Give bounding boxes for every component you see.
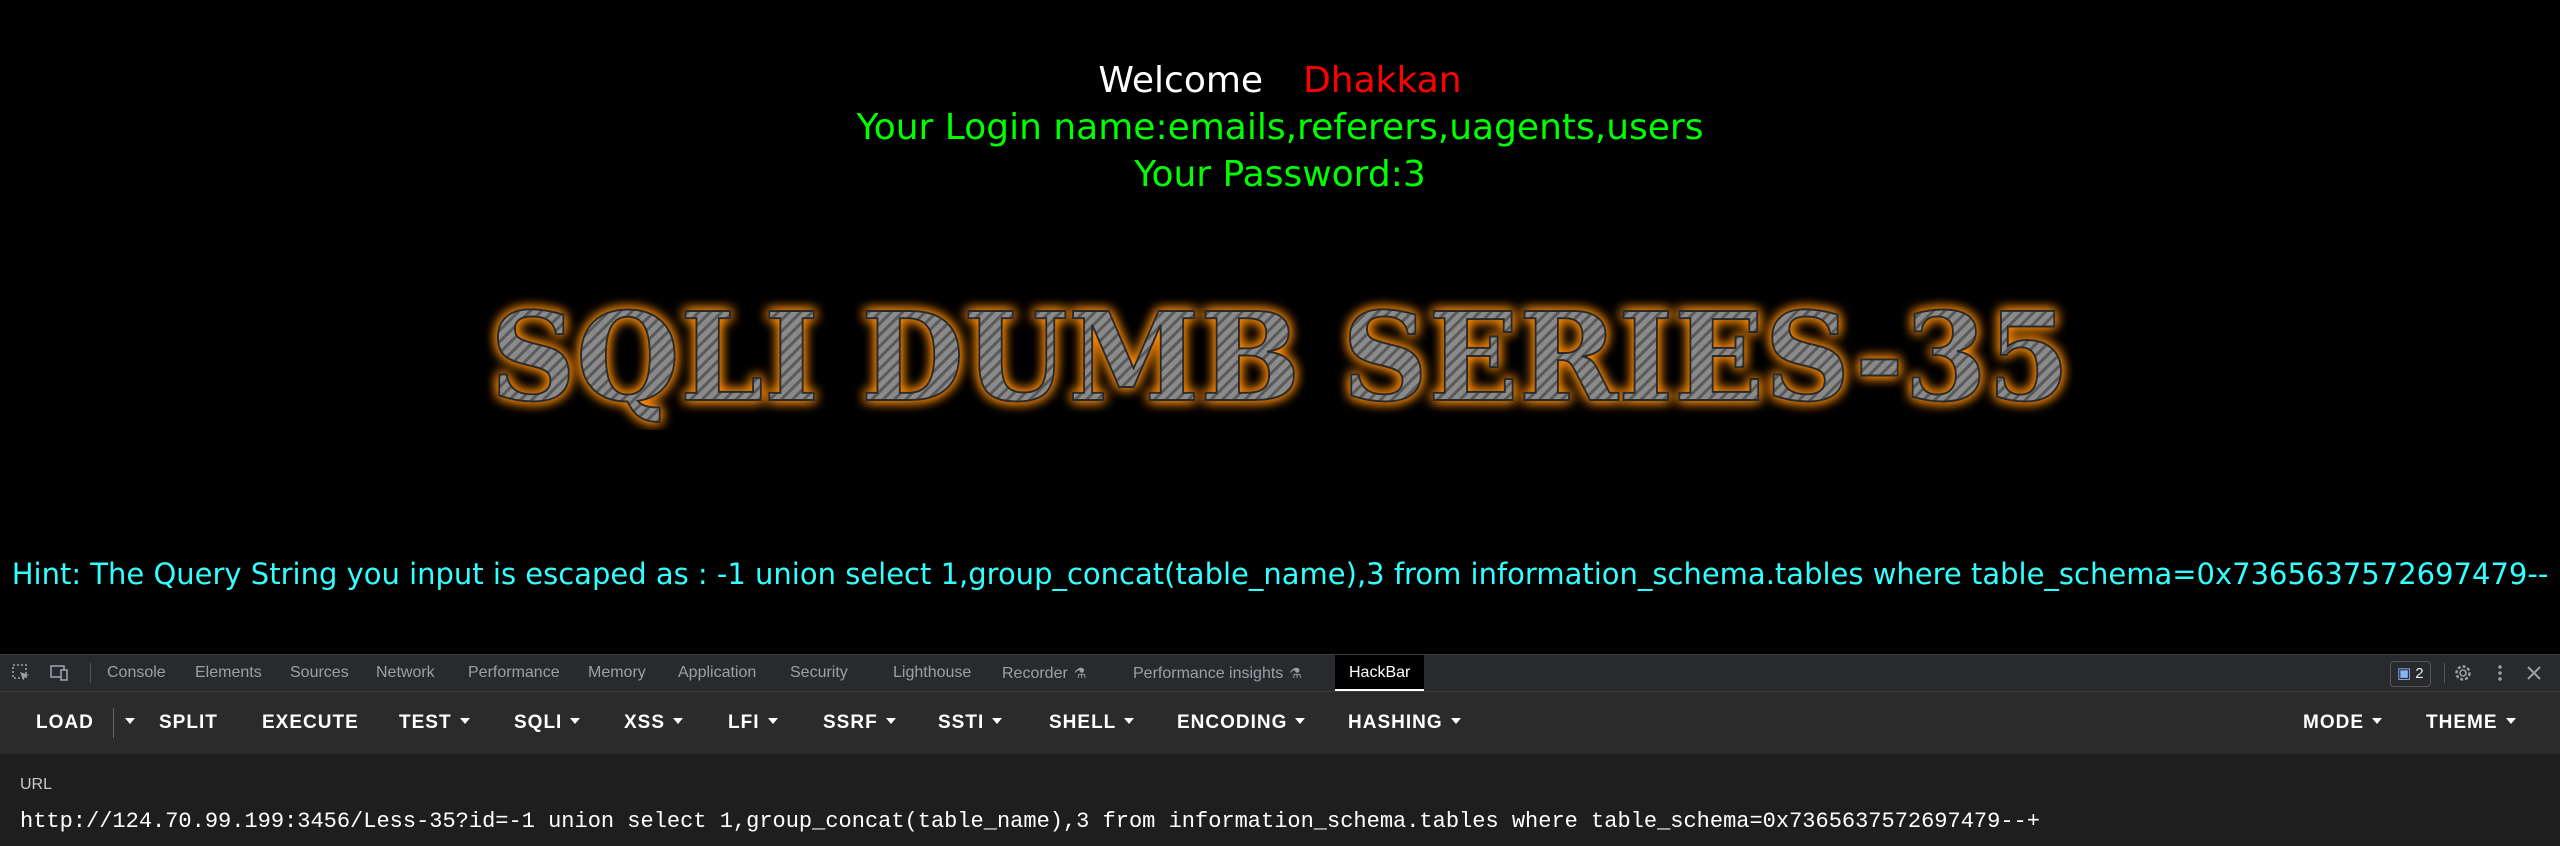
tab-performance-insights[interactable]: Performance insights ⚗ [1133,655,1302,691]
lfi-menu-button[interactable]: LFI [728,692,778,754]
hashing-menu-button[interactable]: HASHING [1348,692,1461,754]
devtools-panel: Console Elements Sources Network Perform… [0,654,2560,846]
chevron-down-icon [459,717,470,724]
xss-menu-label: XSS [624,712,666,733]
tab-lighthouse[interactable]: Lighthouse [893,655,971,691]
hackbar-url-area: URL http://124.70.99.199:3456/Less-35?id… [0,754,2560,846]
hashing-menu-label: HASHING [1348,712,1443,733]
inspect-element-icon[interactable] [10,662,32,684]
hint-line: Hint: The Query String you input is esca… [11,557,2549,591]
welcome-username: Dhakkan [1303,60,1462,101]
page-content: Welcome Dhakkan Your Login name:emails,re… [0,0,2560,654]
login-name-line: Your Login name:emails,referers,uagents,… [856,107,1704,148]
sqli-menu-label: SQLI [514,712,563,733]
test-menu-label: TEST [399,712,452,733]
chevron-down-icon [992,717,1003,724]
kebab-menu-icon[interactable] [2489,662,2511,684]
hackbar-toolbar: LOAD SPLIT EXECUTE TEST SQLI XSS LFI SSR… [0,692,2560,754]
encoding-menu-button[interactable]: ENCODING [1177,692,1306,754]
tab-recorder[interactable]: Recorder ⚗ [1002,655,1086,691]
ssrf-menu-button[interactable]: SSRF [823,692,896,754]
flask-icon: ⚗ [1073,665,1087,681]
devtools-tabbar: Console Elements Sources Network Perform… [0,655,2560,692]
flask-icon: ⚗ [1289,665,1302,681]
mode-menu-label: MODE [2303,712,2364,733]
welcome-label: Welcome [1098,60,1264,101]
browser-viewport: Welcome Dhakkan Your Login name:emails,re… [0,0,2560,846]
encoding-menu-label: ENCODING [1177,712,1288,733]
tab-application[interactable]: Application [678,655,756,691]
tab-performance[interactable]: Performance [468,655,560,691]
chevron-down-icon [2505,717,2516,724]
load-button[interactable]: LOAD [36,692,94,754]
title-banner-image: SQLI DUMB SERIES-35 [470,284,2090,430]
theme-menu-button[interactable]: THEME [2426,692,2516,754]
chat-bubble-icon: ▣ [2397,665,2412,682]
test-menu-button[interactable]: TEST [399,692,470,754]
password-line: Your Password:3 [1134,154,1426,195]
tab-recorder-label: Recorder [1002,665,1068,682]
shell-menu-button[interactable]: SHELL [1049,692,1135,754]
shell-menu-label: SHELL [1049,712,1117,733]
tab-network[interactable]: Network [376,655,435,691]
chevron-down-icon [2372,717,2382,724]
title-banner-text: SQLI DUMB SERIES-35 [490,290,2070,429]
tab-sources[interactable]: Sources [290,655,349,691]
execute-button[interactable]: EXECUTE [262,692,359,754]
lfi-menu-label: LFI [728,712,760,733]
chevron-down-icon [1124,717,1135,724]
ssti-menu-label: SSTI [938,712,985,733]
chevron-down-icon [125,717,135,724]
ssrf-menu-label: SSRF [823,712,878,733]
mode-menu-button[interactable]: MODE [2303,692,2382,754]
tab-security[interactable]: Security [790,655,848,691]
chevron-down-icon [673,717,684,724]
ssti-menu-button[interactable]: SSTI [938,692,1003,754]
theme-menu-label: THEME [2426,712,2498,733]
url-label: URL [20,776,53,793]
issues-badge[interactable]: ▣ 2 [2390,661,2431,687]
sqli-menu-button[interactable]: SQLI [514,692,581,754]
chevron-down-icon [1295,717,1306,724]
gear-icon[interactable] [2452,662,2474,684]
load-options-button[interactable] [117,692,135,754]
tab-elements[interactable]: Elements [195,655,262,691]
tab-console[interactable]: Console [107,655,166,691]
chevron-down-icon [767,717,778,724]
tab-memory[interactable]: Memory [588,655,646,691]
chevron-down-icon [1450,717,1461,724]
split-button[interactable]: SPLIT [159,692,218,754]
chevron-down-icon [570,717,581,724]
url-input[interactable]: http://124.70.99.199:3456/Less-35?id=-1 … [20,808,2040,836]
welcome-line: Welcome Dhakkan [0,59,2560,103]
close-icon[interactable] [2523,662,2545,684]
tab-hackbar[interactable]: HackBar [1335,655,1425,691]
xss-menu-button[interactable]: XSS [624,692,684,754]
device-toolbar-icon[interactable] [48,662,70,684]
issues-count: 2 [2415,665,2424,682]
chevron-down-icon [885,717,896,724]
tab-performance-insights-label: Performance insights [1133,665,1284,682]
